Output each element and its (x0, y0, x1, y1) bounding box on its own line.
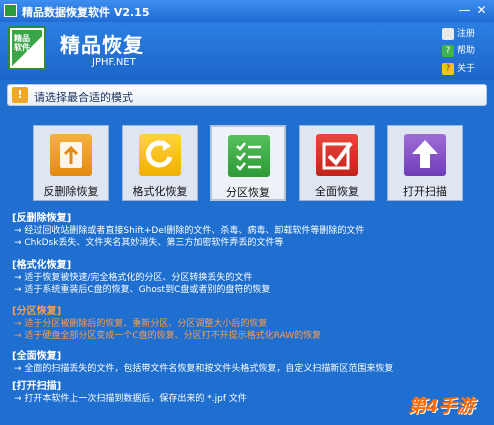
mode-full-button[interactable]: 全面恢复 (299, 125, 375, 201)
desc-line: → 适于硬盘全部分区变成一个C盘的恢复、分区打不开提示格式化RAW的恢复 (14, 331, 322, 341)
refresh-icon (139, 134, 181, 176)
mode-partition-button[interactable]: 分区恢复 (210, 125, 286, 201)
register-link[interactable]: 注册 (442, 26, 475, 40)
mode-open-scan-button[interactable]: 打开扫描 (387, 125, 463, 201)
mode-undelete-button[interactable]: 反删除恢复 (33, 125, 109, 201)
desc-line: → ChkDsk丢失、文件夹名其妙消失、第三方加密软件弄丢的文件等 (14, 238, 284, 248)
desc-line: → 全面的扫描丢失的文件，包括带文件名恢复和按文件头格式恢复，自定义扫描新区范围… (14, 364, 394, 374)
checkmark-icon (316, 134, 358, 176)
close-button[interactable]: ✕ (474, 3, 489, 18)
minimize-button[interactable]: — (457, 3, 472, 18)
checklist-icon (228, 135, 270, 177)
desc-undelete: [反删除恢复] → 经过回收站删除或者直接Shift+Del删除的文件、杀毒、病… (12, 213, 364, 249)
desc-heading: [反删除恢复] (12, 213, 72, 224)
register-icon (442, 27, 454, 40)
about-link[interactable]: ? 关于 (442, 61, 475, 75)
mode-open-scan-label: 打开扫描 (403, 185, 447, 198)
help-icon: ? (442, 44, 454, 57)
prompt-text: 请选择最合适的模式 (34, 91, 133, 104)
arrow-up-icon (404, 134, 446, 176)
help-label: 帮助 (457, 46, 476, 56)
recycle-icon (50, 134, 92, 176)
mode-undelete-label: 反删除恢复 (43, 185, 99, 198)
desc-line: → 经过回收站删除或者直接Shift+Del删除的文件、杀毒、病毒、卸载软件等删… (14, 226, 365, 236)
register-label: 注册 (457, 29, 476, 39)
desc-line: → 打开本软件上一次扫描到数据后，保存出来的 *.jpf 文件 (14, 394, 247, 404)
app-icon (4, 4, 17, 17)
mode-format-label: 格式化恢复 (132, 185, 188, 198)
mode-full-label: 全面恢复 (315, 185, 359, 198)
window-title: 精品数据恢复软件 V2.15 (22, 6, 150, 19)
help-link[interactable]: ? 帮助 (442, 43, 475, 57)
desc-heading: [格式化恢复] (12, 260, 72, 271)
title-bar: 精品数据恢复软件 V2.15 — ✕ (0, 0, 494, 22)
desc-heading: [分区恢复] (12, 306, 62, 317)
desc-heading: [打开扫描] (12, 381, 62, 392)
about-icon: ? (442, 62, 454, 75)
desc-line: → 适于系统重装后C盘的恢复、Ghost到C盘或者别的盘符的恢复 (14, 285, 271, 295)
about-label: 关于 (457, 64, 476, 74)
brand-subtitle: JPHF.NET (92, 57, 136, 68)
desc-full: [全面恢复] → 全面的扫描丢失的文件，包括带文件名恢复和按文件头格式恢复，自定… (12, 351, 393, 375)
desc-partition: [分区恢复] → 适于分区被删除后的恢复、重新分区、分区调整大小后的恢复 → 适… (12, 306, 321, 342)
app-logo: 精品软件 (8, 26, 46, 70)
tip-icon: ! (12, 87, 28, 103)
watermark-logo: 第4手游 (408, 396, 475, 417)
mode-prompt-bar: ! 请选择最合适的模式 (7, 84, 487, 106)
brand-title: 精品恢复 (60, 33, 144, 57)
mode-format-button[interactable]: 格式化恢复 (122, 125, 198, 201)
mode-partition-label: 分区恢复 (226, 186, 270, 199)
desc-open-scan: [打开扫描] → 打开本软件上一次扫描到数据后，保存出来的 *.jpf 文件 (12, 381, 247, 405)
desc-heading: [全面恢复] (12, 351, 62, 362)
desc-line: → 适于恢复被快速/完全格式化的分区、分区转换丢失的文件 (14, 273, 253, 283)
desc-format: [格式化恢复] → 适于恢复被快速/完全格式化的分区、分区转换丢失的文件 → 适… (12, 260, 270, 296)
logo-text: 精品软件 (14, 34, 30, 52)
desc-line: → 适于分区被删除后的恢复、重新分区、分区调整大小后的恢复 (14, 319, 268, 329)
